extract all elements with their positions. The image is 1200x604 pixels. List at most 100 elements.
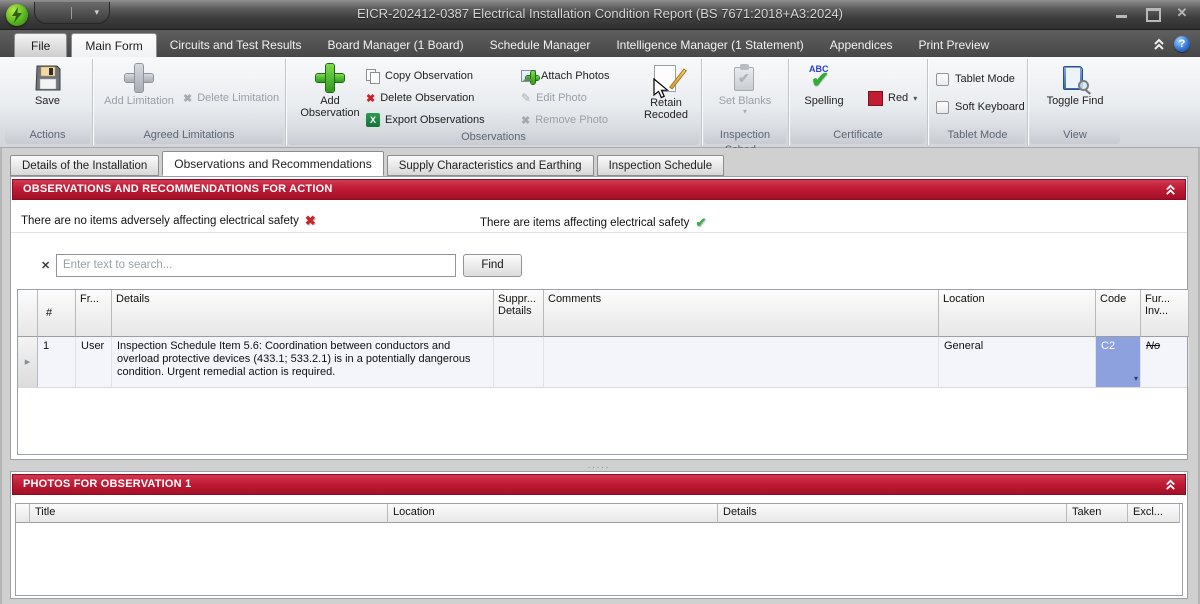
search-row: ✕ Find: [11, 251, 1187, 279]
window-controls: ✕: [1112, 6, 1192, 20]
add-limitation-button[interactable]: Add Limitation: [99, 62, 179, 109]
column-header-taken[interactable]: Taken: [1067, 504, 1128, 523]
column-header-details[interactable]: Details: [718, 504, 1067, 523]
panel-splitter[interactable]: .....: [10, 460, 1188, 471]
clear-search-icon[interactable]: ✕: [41, 259, 50, 272]
retain-recoded-label: Retain Recoded: [637, 97, 695, 121]
tab-print-preview[interactable]: Print Preview: [906, 33, 1003, 57]
chevron-down-icon[interactable]: ▾: [1134, 372, 1138, 385]
column-header-further-line1: Fur...: [1145, 293, 1184, 305]
status-items-label: There are items affecting electrical saf…: [480, 217, 689, 229]
safety-status-row: There are no items adversely affecting e…: [11, 207, 1187, 233]
remove-photo-icon: ✖: [521, 114, 530, 127]
help-icon[interactable]: ?: [1174, 36, 1190, 52]
edit-photo-icon: ✎: [521, 91, 531, 105]
tab-circuits[interactable]: Circuits and Test Results: [157, 33, 315, 57]
cell-further-investigation[interactable]: No: [1141, 337, 1189, 387]
add-observation-button[interactable]: Add Observation: [294, 62, 366, 121]
tab-appendices[interactable]: Appendices: [817, 33, 906, 57]
search-input[interactable]: [56, 254, 456, 277]
column-header-title[interactable]: Title: [30, 504, 388, 523]
tab-file[interactable]: File: [14, 33, 67, 57]
export-observations-button[interactable]: X Export Observations: [366, 110, 512, 130]
tab-details-of-installation[interactable]: Details of the Installation: [10, 155, 159, 176]
column-header-further-investigation[interactable]: Fur... Inv...: [1141, 290, 1189, 337]
cell-details[interactable]: Inspection Schedule Item 5.6: Coordinati…: [112, 337, 494, 387]
save-button[interactable]: Save: [31, 62, 65, 109]
group-label-agreed-limitations: Agreed Limitations: [95, 128, 283, 144]
delete-limitation-label: Delete Limitation: [197, 92, 279, 104]
observations-panel-title: OBSERVATIONS AND RECOMMENDATIONS FOR ACT…: [23, 183, 332, 195]
spelling-button[interactable]: ABC✔ Spelling: [797, 62, 851, 109]
photos-panel-header: PHOTOS FOR OBSERVATION 1: [12, 474, 1186, 495]
cell-suppress[interactable]: [494, 337, 544, 387]
close-button[interactable]: ✕: [1172, 6, 1192, 20]
delete-limitation-button[interactable]: ✖ Delete Limitation: [183, 88, 279, 108]
retain-recoded-button[interactable]: Retain Recoded: [634, 62, 698, 123]
photos-table: Title Location Details Taken Excl...: [15, 503, 1183, 596]
column-header-from[interactable]: Fr...: [76, 290, 112, 337]
column-header-location[interactable]: Location: [939, 290, 1096, 337]
cell-from[interactable]: User: [76, 337, 112, 387]
column-header-excluded[interactable]: Excl...: [1128, 504, 1180, 523]
column-header-suppress[interactable]: Suppr... Details: [494, 290, 544, 337]
toggle-find-button[interactable]: Toggle Find: [1044, 62, 1107, 109]
edit-photo-label: Edit Photo: [536, 92, 587, 104]
tablet-mode-checkbox[interactable]: Tablet Mode: [936, 69, 1015, 89]
red-color-dropdown[interactable]: Red ▾: [868, 88, 917, 108]
edit-photo-button[interactable]: ✎ Edit Photo: [521, 88, 625, 108]
maximize-button[interactable]: [1142, 6, 1162, 20]
group-label-view: View: [1030, 128, 1120, 144]
add-observation-icon: [316, 64, 344, 92]
cell-number[interactable]: 1: [38, 337, 76, 387]
ribbon-group-agreed-limitations: Add Limitation ✖ Delete Limitation Agree…: [93, 59, 286, 145]
chevron-down-icon[interactable]: ▾: [94, 7, 99, 18]
copy-observation-button[interactable]: Copy Observation: [366, 66, 512, 86]
tab-schedule-manager[interactable]: Schedule Manager: [477, 33, 604, 57]
set-blanks-button[interactable]: ✔ Set Blanks ▾: [716, 62, 775, 118]
column-header-details[interactable]: Details: [112, 290, 494, 337]
set-blanks-icon: ✔: [732, 64, 758, 92]
column-header-code[interactable]: Code: [1096, 290, 1141, 337]
column-header-location[interactable]: Location: [388, 504, 718, 523]
tablet-mode-label: Tablet Mode: [955, 73, 1015, 85]
status-no-items-label: There are no items adversely affecting e…: [21, 215, 299, 227]
tab-supply-characteristics[interactable]: Supply Characteristics and Earthing: [387, 155, 594, 176]
add-limitation-label: Add Limitation: [104, 95, 174, 107]
save-label: Save: [35, 95, 60, 107]
tab-inspection-schedule[interactable]: Inspection Schedule: [597, 155, 725, 176]
collapse-panel-icon[interactable]: [1164, 478, 1177, 491]
row-arrow-icon: ▸: [25, 356, 31, 369]
column-header-number[interactable]: #: [38, 290, 76, 337]
find-button[interactable]: Find: [463, 254, 522, 277]
attach-photos-button[interactable]: Attach Photos: [521, 66, 625, 86]
title-bar: ▾ EICR-202412-0387 Electrical Installati…: [0, 0, 1200, 30]
minimize-button[interactable]: [1112, 6, 1132, 20]
tab-main-form[interactable]: Main Form: [71, 33, 156, 57]
tab-board-manager[interactable]: Board Manager (1 Board): [315, 33, 477, 57]
group-label-tablet-mode: Tablet Mode: [930, 128, 1025, 144]
tab-intelligence-manager[interactable]: Intelligence Manager (1 Statement): [603, 33, 816, 57]
attach-photos-label: Attach Photos: [541, 70, 610, 82]
cell-location[interactable]: General: [939, 337, 1096, 387]
table-empty-area: [18, 388, 1187, 454]
remove-photo-button[interactable]: ✖ Remove Photo: [521, 110, 625, 130]
group-label-inspection-schedule: Inspection Sched...: [704, 128, 786, 144]
tab-observations-recommendations[interactable]: Observations and Recommendations: [162, 151, 383, 176]
ribbon: Save Actions Add Limitation ✖ Delete Lim…: [0, 57, 1200, 148]
row-selector[interactable]: ▸: [18, 337, 38, 387]
column-header-comments[interactable]: Comments: [544, 290, 939, 337]
delete-observation-button[interactable]: ✖ Delete Observation: [366, 88, 512, 108]
delete-observation-label: Delete Observation: [380, 92, 474, 104]
cell-code[interactable]: C2 ▾: [1096, 337, 1141, 387]
cell-comments[interactable]: [544, 337, 939, 387]
collapse-panel-icon[interactable]: [1164, 183, 1177, 196]
app-icon[interactable]: [6, 4, 28, 26]
toolbar-separator: [71, 7, 72, 19]
soft-keyboard-checkbox[interactable]: Soft Keyboard: [936, 97, 1025, 117]
collapse-ribbon-icon[interactable]: [1152, 37, 1166, 51]
quick-access-toolbar[interactable]: ▾: [34, 2, 110, 24]
window-title: EICR-202412-0387 Electrical Installation…: [0, 6, 1200, 21]
table-row[interactable]: ▸ 1 User Inspection Schedule Item 5.6: C…: [18, 337, 1187, 388]
add-observation-label: Add Observation: [297, 95, 363, 119]
